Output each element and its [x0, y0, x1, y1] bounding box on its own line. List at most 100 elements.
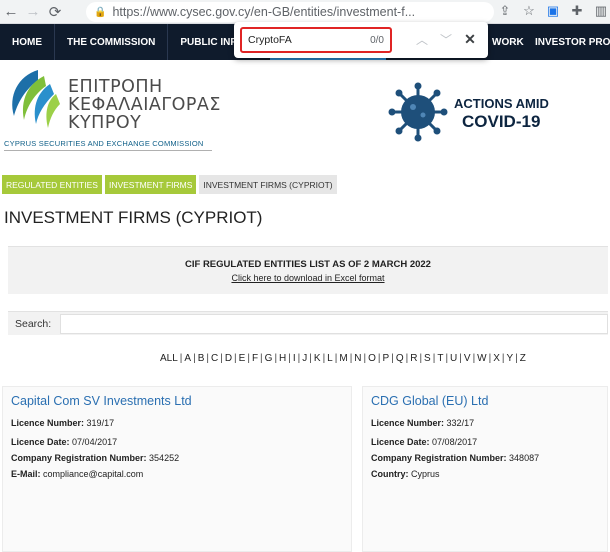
lock-icon: 🔒 [94, 6, 107, 18]
find-close-icon[interactable]: ✕ [462, 31, 478, 47]
coronavirus-icon[interactable] [388, 82, 448, 142]
alphabet-letter-j[interactable]: J [302, 353, 307, 364]
logo-wordmark: ΕΠΙΤΡΟΠΗ ΚΕΦΑΛΑΙΑΓΟΡΑΣ ΚΥΠΡΟΥ [68, 78, 221, 132]
alphabet-separator: | [445, 353, 449, 364]
alphabet-separator: | [363, 353, 367, 364]
breadcrumb-current: INVESTMENT FIRMS (CYPRIOT) [199, 175, 337, 194]
nav-the-commission[interactable]: THE COMMISSION [55, 24, 169, 60]
alphabet-letter-o[interactable]: O [368, 353, 376, 364]
logo-line-2: ΚΕΦΑΛΑΙΑΓΟΡΑΣ [68, 95, 221, 115]
alphabet-separator: | [297, 353, 301, 364]
share-icon[interactable]: ⇪ [496, 2, 514, 20]
url-text: https://www.cysec.gov.cy/en-GB/entities/… [112, 5, 416, 19]
alphabet-letter-m[interactable]: M [339, 353, 347, 364]
download-excel-link[interactable]: Click here to download in Excel format [8, 273, 608, 283]
bookmark-star-icon[interactable]: ☆ [520, 2, 538, 20]
alphabet-letter-p[interactable]: P [383, 353, 390, 364]
browser-toolbar: ← → ⟳ 🔒 https://www.cysec.gov.cy/en-GB/e… [0, 0, 610, 24]
cif-list-title: CIF REGULATED ENTITIES LIST AS OF 2 MARC… [185, 259, 431, 270]
breadcrumb-regulated-entities[interactable]: REGULATED ENTITIES [2, 175, 102, 194]
alphabet-separator: | [193, 353, 196, 364]
cysec-logo-icon[interactable] [4, 66, 62, 138]
firm-licence-number: Licence Number: 319/17 [11, 418, 115, 428]
alphabet-letter-l[interactable]: L [327, 353, 333, 364]
search-panel: Search: [8, 311, 608, 335]
find-input[interactable]: CryptoFA 0/0 [240, 27, 392, 53]
alphabet-separator: | [515, 353, 518, 364]
firm-name-link[interactable]: CDG Global (EU) Ltd [371, 394, 488, 408]
alphabet-letter-z[interactable]: Z [520, 353, 526, 364]
breadcrumb: REGULATED ENTITIES INVESTMENT FIRMS INVE… [2, 175, 337, 194]
alphabet-letter-all[interactable]: ALL [160, 353, 178, 364]
firm-country: Country: Cyprus [371, 469, 440, 479]
alphabet-separator: | [501, 353, 505, 364]
firm-licence-date: Licence Date: 07/08/2017 [371, 437, 478, 447]
alphabet-separator: | [391, 353, 394, 364]
breadcrumb-investment-firms[interactable]: INVESTMENT FIRMS [104, 175, 197, 194]
alphabet-separator: | [488, 353, 492, 364]
alphabet-separator: | [234, 353, 237, 364]
covid-banner-line2[interactable]: COVID-19 [462, 112, 540, 132]
alphabet-filter: ALL | A | B | C | D | E | F | G | H | I | J | K | L | M | N | O | P | Q | R |… [160, 353, 526, 364]
alphabet-letter-q[interactable]: Q [396, 353, 404, 364]
alphabet-separator: | [472, 353, 476, 364]
alphabet-letter-g[interactable]: G [265, 353, 273, 364]
alphabet-letter-e[interactable]: E [239, 353, 246, 364]
firm-licence-date: Licence Date: 07/04/2017 [11, 437, 118, 447]
cif-list-panel: CIF REGULATED ENTITIES LIST AS OF 2 MARC… [8, 246, 608, 294]
forward-icon[interactable]: → [22, 1, 44, 23]
alphabet-letter-s[interactable]: S [424, 353, 431, 364]
logo-line-1: ΕΠΙΤΡΟΠΗ [68, 77, 163, 97]
find-next-icon[interactable]: ﹀ [438, 31, 454, 47]
alphabet-letter-d[interactable]: D [225, 353, 232, 364]
alphabet-letter-v[interactable]: V [464, 353, 471, 364]
alphabet-letter-x[interactable]: X [493, 353, 500, 364]
alphabet-separator: | [260, 353, 263, 364]
alphabet-letter-t[interactable]: T [437, 353, 443, 364]
alphabet-letter-n[interactable]: N [354, 353, 361, 364]
alphabet-separator: | [459, 353, 462, 364]
back-icon[interactable]: ← [0, 1, 22, 23]
logo-english-name: CYPRUS SECURITIES AND EXCHANGE COMMISSIO… [4, 139, 212, 151]
reload-icon[interactable]: ⟳ [44, 1, 66, 23]
alphabet-letter-h[interactable]: H [279, 353, 286, 364]
search-label: Search: [15, 318, 52, 330]
alphabet-letter-y[interactable]: Y [507, 353, 514, 364]
firm-email: E-Mail: compliance@capital.com [11, 469, 144, 479]
firm-registration-number: Company Registration Number: 348087 [371, 453, 540, 463]
alphabet-letter-w[interactable]: W [477, 353, 486, 364]
toolbar-icons: ⇪ ☆ ▣ ✚ ▥ ● [496, 2, 610, 20]
sidepanel-icon[interactable]: ▥ [592, 2, 610, 20]
firm-name-link[interactable]: Capital Com SV Investments Ltd [11, 394, 192, 408]
alphabet-separator: | [334, 353, 338, 364]
alphabet-letter-i[interactable]: I [293, 353, 296, 364]
address-bar[interactable]: 🔒 https://www.cysec.gov.cy/en-GB/entitie… [86, 2, 494, 22]
firm-card: CDG Global (EU) Ltd Licence Number: 332/… [362, 386, 608, 552]
nav-home[interactable]: HOME [0, 24, 55, 60]
covid-banner-line1[interactable]: ACTIONS AMID [454, 96, 549, 111]
logo-line-3: ΚΥΠΡΟΥ [68, 113, 142, 133]
nav-investor-protection[interactable]: INVESTOR PROTE [525, 24, 610, 60]
extension-icon[interactable]: ▣ [544, 2, 562, 20]
alphabet-separator: | [419, 353, 423, 364]
alphabet-letter-c[interactable]: C [211, 353, 218, 364]
alphabet-separator: | [206, 353, 209, 364]
alphabet-letter-r[interactable]: R [410, 353, 417, 364]
alphabet-letter-k[interactable]: K [314, 353, 321, 364]
find-prev-icon[interactable]: ︿ [414, 31, 430, 47]
alphabet-separator: | [432, 353, 436, 364]
alphabet-separator: | [309, 353, 312, 364]
puzzle-icon[interactable]: ✚ [568, 2, 586, 20]
search-input[interactable] [60, 314, 608, 334]
alphabet-letter-u[interactable]: U [450, 353, 457, 364]
firm-licence-number: Licence Number: 332/17 [371, 418, 475, 428]
find-match-count: 0/0 [370, 34, 384, 46]
alphabet-separator: | [322, 353, 326, 364]
find-in-page-bar: CryptoFA 0/0 ︿ ﹀ ✕ [234, 22, 488, 58]
alphabet-letter-f[interactable]: F [252, 353, 258, 364]
alphabet-separator: | [349, 353, 353, 364]
alphabet-letter-a[interactable]: A [184, 353, 191, 364]
alphabet-separator: | [247, 353, 250, 364]
alphabet-separator: | [220, 353, 223, 364]
alphabet-letter-b[interactable]: B [198, 353, 205, 364]
